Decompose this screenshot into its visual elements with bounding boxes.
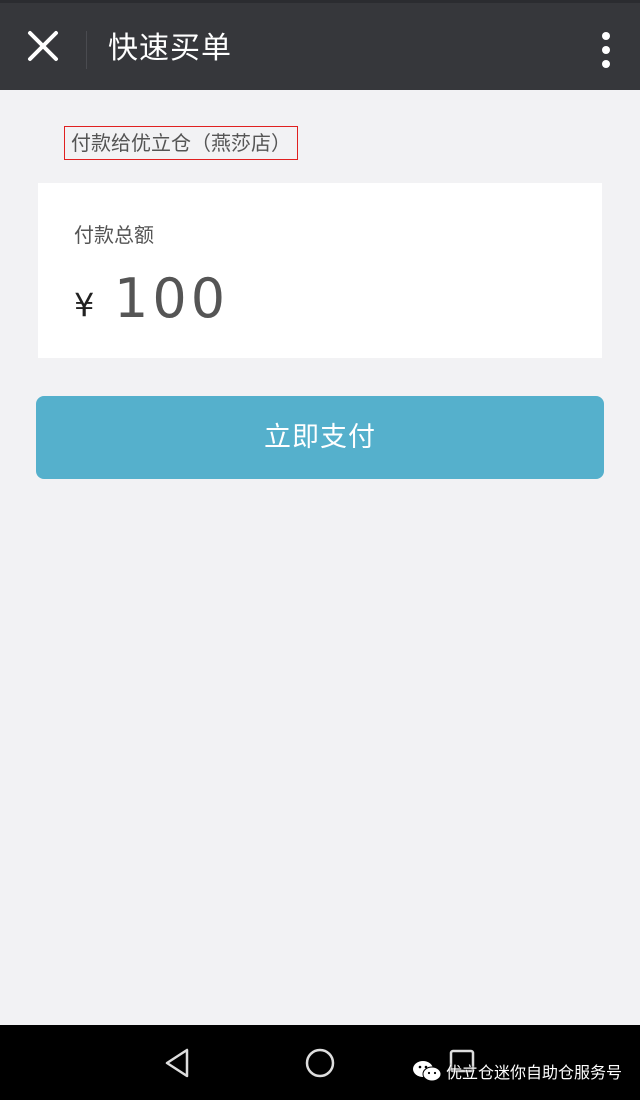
quick-pay-screen: 快速买单 付款给优立仓（燕莎店） 付款总额 ¥ 100 立即支付 优立仓迷你自助… (0, 0, 640, 1100)
amount-label: 付款总额 (74, 223, 154, 247)
top-app-bar: 快速买单 (0, 0, 640, 90)
nav-back-button[interactable] (158, 1043, 198, 1083)
more-vertical-icon (602, 32, 610, 68)
wechat-icon (413, 1061, 442, 1082)
topbar-divider (86, 31, 87, 69)
merchant-label: 付款给优立仓（燕莎店） (64, 126, 298, 160)
amount-value: 100 (114, 267, 230, 330)
pay-now-button[interactable]: 立即支付 (36, 396, 604, 479)
currency-symbol: ¥ (74, 286, 95, 324)
amount-card: 付款总额 ¥ 100 (38, 183, 602, 358)
close-button[interactable] (22, 25, 64, 67)
back-triangle-icon (165, 1048, 189, 1078)
close-icon (28, 31, 58, 61)
page-title: 快速买单 (108, 31, 232, 66)
account-watermark: 优立仓迷你自助仓服务号 (412, 1056, 622, 1086)
more-options-button[interactable] (596, 29, 616, 71)
nav-home-button[interactable] (300, 1043, 340, 1083)
watermark-text: 优立仓迷你自助仓服务号 (446, 1063, 623, 1082)
home-circle-icon (305, 1048, 335, 1078)
